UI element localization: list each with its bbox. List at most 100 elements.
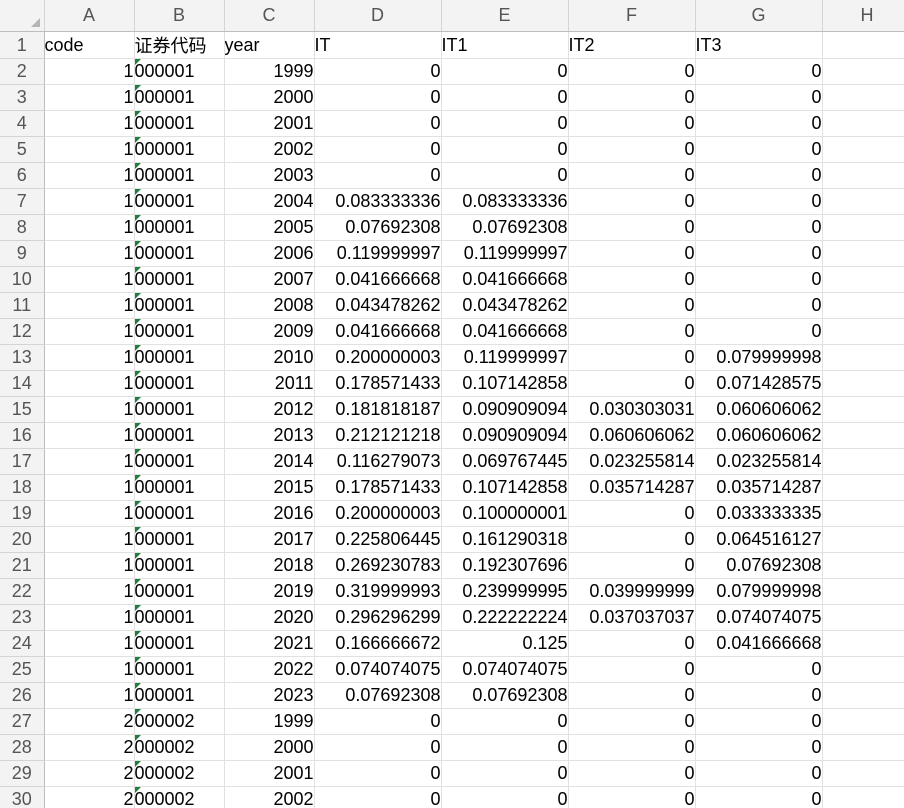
cell-empty[interactable]: [822, 682, 904, 709]
cell-it[interactable]: 0.083333336: [314, 188, 442, 215]
cell-year[interactable]: 2000: [224, 84, 315, 111]
cell-empty[interactable]: [822, 292, 904, 319]
cell-it[interactable]: 0.212121218: [314, 422, 442, 449]
cell-it[interactable]: 0.178571433: [314, 370, 442, 397]
cell-it2[interactable]: 0.035714287: [568, 474, 696, 501]
cell-it3[interactable]: 0: [695, 708, 823, 735]
column-header-a[interactable]: A: [44, 0, 135, 32]
cell-security-code[interactable]: 000001: [134, 214, 225, 241]
cell-it2[interactable]: 0.060606062: [568, 422, 696, 449]
select-all-button[interactable]: [0, 0, 45, 32]
row-header[interactable]: 5: [0, 136, 45, 163]
cell-it1[interactable]: 0.090909094: [441, 422, 569, 449]
cell-it3[interactable]: 0: [695, 162, 823, 189]
cell-empty[interactable]: [822, 396, 904, 423]
cell-it[interactable]: 0: [314, 136, 442, 163]
cell-code[interactable]: 1: [44, 448, 135, 475]
cell-it1[interactable]: 0: [441, 110, 569, 137]
cell-code[interactable]: 1: [44, 396, 135, 423]
cell-year[interactable]: 2019: [224, 578, 315, 605]
cell-empty[interactable]: [822, 318, 904, 345]
column-header-d[interactable]: D: [314, 0, 442, 32]
cell-it2[interactable]: 0: [568, 500, 696, 527]
cell-security-code[interactable]: 000001: [134, 578, 225, 605]
cell-it1[interactable]: 0.069767445: [441, 448, 569, 475]
row-header[interactable]: 3: [0, 84, 45, 111]
cell-year[interactable]: 2001: [224, 110, 315, 137]
cell-header-h[interactable]: [822, 31, 904, 59]
column-header-g[interactable]: G: [695, 0, 823, 32]
cell-code[interactable]: 1: [44, 630, 135, 657]
cell-empty[interactable]: [822, 422, 904, 449]
cell-it[interactable]: 0.181818187: [314, 396, 442, 423]
cell-header-it3[interactable]: IT3: [695, 31, 823, 59]
cell-it[interactable]: 0: [314, 708, 442, 735]
cell-it1[interactable]: 0.083333336: [441, 188, 569, 215]
cell-empty[interactable]: [822, 448, 904, 475]
cell-it2[interactable]: 0.039999999: [568, 578, 696, 605]
cell-it2[interactable]: 0: [568, 656, 696, 683]
cell-it2[interactable]: 0: [568, 188, 696, 215]
row-header[interactable]: 4: [0, 110, 45, 137]
cell-code[interactable]: 1: [44, 240, 135, 267]
row-header[interactable]: 21: [0, 552, 45, 579]
cell-year[interactable]: 2016: [224, 500, 315, 527]
row-header[interactable]: 26: [0, 682, 45, 709]
cell-code[interactable]: 1: [44, 162, 135, 189]
cell-security-code[interactable]: 000001: [134, 422, 225, 449]
cell-it1[interactable]: 0.107142858: [441, 474, 569, 501]
cell-it2[interactable]: 0: [568, 110, 696, 137]
cell-year[interactable]: 2020: [224, 604, 315, 631]
cell-year[interactable]: 2001: [224, 760, 315, 787]
cell-security-code[interactable]: 000001: [134, 630, 225, 657]
column-header-h[interactable]: H: [822, 0, 904, 32]
cell-empty[interactable]: [822, 266, 904, 293]
row-header[interactable]: 23: [0, 604, 45, 631]
cell-security-code[interactable]: 000001: [134, 110, 225, 137]
cell-empty[interactable]: [822, 786, 904, 808]
cell-it2[interactable]: 0: [568, 240, 696, 267]
cell-it[interactable]: 0.319999993: [314, 578, 442, 605]
cell-it1[interactable]: 0: [441, 58, 569, 85]
cell-it1[interactable]: 0.090909094: [441, 396, 569, 423]
cell-code[interactable]: 1: [44, 136, 135, 163]
row-header[interactable]: 7: [0, 188, 45, 215]
cell-it1[interactable]: 0.07692308: [441, 214, 569, 241]
cell-it3[interactable]: 0.060606062: [695, 396, 823, 423]
row-header[interactable]: 1: [0, 31, 45, 59]
cell-it2[interactable]: 0: [568, 786, 696, 808]
cell-it2[interactable]: 0: [568, 58, 696, 85]
row-header[interactable]: 29: [0, 760, 45, 787]
cell-empty[interactable]: [822, 214, 904, 241]
cell-it1[interactable]: 0.100000001: [441, 500, 569, 527]
cell-it[interactable]: 0: [314, 58, 442, 85]
cell-code[interactable]: 1: [44, 292, 135, 319]
cell-it[interactable]: 0: [314, 786, 442, 808]
row-header[interactable]: 30: [0, 786, 45, 808]
cell-year[interactable]: 2014: [224, 448, 315, 475]
cell-it1[interactable]: 0.222222224: [441, 604, 569, 631]
cell-security-code[interactable]: 000001: [134, 162, 225, 189]
cell-code[interactable]: 1: [44, 266, 135, 293]
cell-security-code[interactable]: 000002: [134, 708, 225, 735]
cell-code[interactable]: 2: [44, 760, 135, 787]
column-header-b[interactable]: B: [134, 0, 225, 32]
cell-it[interactable]: 0.043478262: [314, 292, 442, 319]
cell-it3[interactable]: 0.064516127: [695, 526, 823, 553]
cell-it3[interactable]: 0: [695, 760, 823, 787]
cell-security-code[interactable]: 000001: [134, 318, 225, 345]
cell-code[interactable]: 1: [44, 110, 135, 137]
cell-year[interactable]: 2005: [224, 214, 315, 241]
cell-it2[interactable]: 0: [568, 760, 696, 787]
cell-security-code[interactable]: 000001: [134, 136, 225, 163]
cell-it2[interactable]: 0: [568, 318, 696, 345]
row-header[interactable]: 27: [0, 708, 45, 735]
row-header[interactable]: 6: [0, 162, 45, 189]
cell-it3[interactable]: 0.033333335: [695, 500, 823, 527]
cell-empty[interactable]: [822, 162, 904, 189]
cell-it[interactable]: 0.178571433: [314, 474, 442, 501]
cell-code[interactable]: 1: [44, 500, 135, 527]
cell-empty[interactable]: [822, 344, 904, 371]
cell-it[interactable]: 0.225806445: [314, 526, 442, 553]
cell-it[interactable]: 0.116279073: [314, 448, 442, 475]
